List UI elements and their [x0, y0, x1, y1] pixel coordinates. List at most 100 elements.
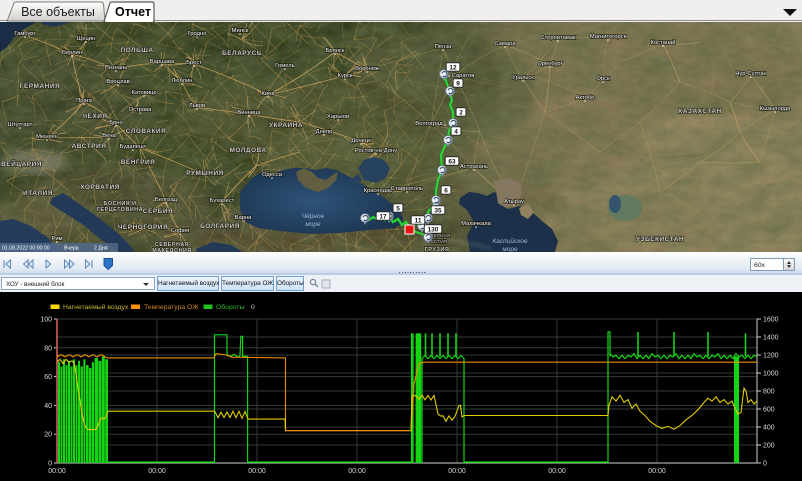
svg-text:Гродно: Гродно [188, 31, 207, 37]
svg-text:Днепр: Днепр [316, 129, 333, 135]
svg-text:Брно: Брно [109, 120, 122, 126]
svg-text:Актобе: Актобе [576, 95, 595, 101]
svg-text:00:00: 00:00 [448, 468, 466, 475]
svg-text:ВЕНГРИЯ: ВЕНГРИЯ [121, 159, 156, 166]
svg-text:Катовице: Катовице [131, 90, 156, 96]
svg-text:Щецин: Щецин [77, 36, 95, 42]
svg-text:Мюнхен: Мюнхен [36, 134, 58, 140]
svg-text:Варшава: Варшава [150, 59, 175, 65]
svg-text:Костанай: Костанай [651, 39, 676, 46]
svg-text:5: 5 [396, 205, 400, 212]
svg-text:1600: 1600 [763, 317, 779, 324]
svg-text:63: 63 [448, 158, 456, 165]
svg-text:Брянск: Брянск [326, 48, 345, 54]
svg-text:Температура ОЖ: Температура ОЖ [144, 304, 199, 311]
svg-text:Нагнетаемый воздух: Нагнетаемый воздух [63, 303, 129, 311]
svg-text:Одесса: Одесса [262, 172, 283, 178]
svg-text:РУМЫНИЯ: РУМЫНИЯ [186, 170, 224, 177]
svg-text:Чёрное: Чёрное [302, 213, 325, 220]
svg-text:Люблин: Люблин [171, 78, 192, 84]
svg-text:00:00: 00:00 [548, 468, 566, 475]
svg-text:БОЛГАРИЯ: БОЛГАРИЯ [200, 223, 240, 230]
svg-text:Краснодар: Краснодар [364, 188, 393, 194]
svg-text:Волгоград: Волгоград [415, 121, 443, 127]
svg-text:Львов: Львов [189, 103, 205, 109]
svg-text:ПОЛЬША: ПОЛЬША [120, 47, 153, 54]
svg-text:Гамбург: Гамбург [14, 31, 35, 37]
svg-text:Брест: Брест [186, 60, 202, 66]
svg-text:1200: 1200 [763, 353, 779, 360]
svg-text:ШВЕЙЦАРИЯ: ШВЕЙЦАРИЯ [0, 159, 42, 168]
svg-text:Будапешт: Будапешт [120, 144, 147, 150]
svg-text:0: 0 [251, 304, 255, 311]
svg-text:Познань: Познань [105, 65, 128, 71]
svg-text:море: море [305, 221, 321, 228]
svg-text:200: 200 [763, 443, 775, 450]
svg-text:Ростов-на-Дону: Ростов-на-Дону [355, 148, 397, 154]
svg-text:МОЛДОВА: МОЛДОВА [229, 147, 266, 154]
svg-text:УКРАИНА: УКРАИНА [269, 122, 303, 129]
svg-text:Воронеж: Воронеж [355, 66, 379, 72]
svg-text:Рим: Рим [51, 236, 62, 242]
svg-text:ГЕРЦЕГОВИНА: ГЕРЦЕГОВИНА [97, 207, 143, 213]
svg-text:Отчет: Отчет [115, 5, 151, 19]
svg-text:Астрахань: Астрахань [460, 164, 488, 170]
svg-text:100: 100 [40, 317, 52, 324]
svg-text:КАЗАХСТАН: КАЗАХСТАН [678, 108, 722, 115]
svg-text:40: 40 [44, 403, 52, 410]
svg-text:Каспийское: Каспийское [492, 237, 527, 245]
svg-text:Самара: Самара [494, 41, 516, 47]
svg-text:Орск: Орск [596, 76, 610, 82]
svg-text:00:00: 00:00 [348, 468, 366, 475]
svg-text:ХОРВАТИЯ: ХОРВАТИЯ [80, 184, 120, 191]
svg-text:9: 9 [456, 80, 460, 87]
svg-text:0: 0 [48, 461, 52, 468]
svg-text:Варна: Варна [235, 215, 253, 221]
svg-text:Все объекты: Все объекты [21, 5, 95, 19]
svg-text:01.08.2022 00:00:00: 01.08.2022 00:00:00 [2, 246, 50, 252]
svg-text:20: 20 [44, 432, 52, 439]
svg-text:Кызылорда: Кызылорда [760, 106, 792, 112]
svg-text:ИТАЛИЯ: ИТАЛИЯ [23, 190, 53, 197]
svg-text:2: 2 [459, 109, 463, 116]
svg-text:1400: 1400 [763, 335, 779, 342]
svg-text:Острава: Острава [129, 107, 153, 113]
svg-text:Вроцлав: Вроцлав [106, 79, 129, 85]
svg-text:Обороты: Обороты [216, 303, 244, 311]
svg-text:Бухарест: Бухарест [210, 198, 235, 204]
svg-text:ЧЕХИЯ: ЧЕХИЯ [82, 113, 107, 120]
svg-text:СЕРБИЯ: СЕРБИЯ [143, 208, 173, 215]
svg-text:Ставрополь: Ставрополь [391, 186, 423, 192]
svg-text:800: 800 [763, 389, 775, 396]
svg-text:17: 17 [379, 213, 387, 220]
svg-text:Штутгарт: Штутгарт [8, 122, 33, 128]
svg-text:Белград: Белград [155, 197, 178, 203]
svg-text:0: 0 [763, 461, 767, 468]
svg-text:600: 600 [763, 407, 775, 414]
svg-text:Магнитогорск: Магнитогорск [590, 34, 627, 40]
svg-text:Оренбург: Оренбург [537, 61, 563, 67]
svg-text:СЛОВАКИЯ: СЛОВАКИЯ [126, 128, 167, 135]
svg-text:00:00: 00:00 [248, 468, 266, 475]
svg-text:00:00: 00:00 [148, 468, 166, 475]
svg-text:400: 400 [763, 425, 775, 432]
svg-text:Харьков: Харьков [327, 114, 349, 120]
svg-text:Атырау: Атырау [504, 199, 524, 205]
svg-text:4: 4 [454, 128, 458, 135]
svg-text:ГЕРМАНИЯ: ГЕРМАНИЯ [20, 83, 60, 90]
svg-text:Саратов: Саратов [452, 73, 475, 79]
svg-text:60: 60 [44, 374, 52, 381]
svg-text:130: 130 [428, 226, 439, 233]
svg-text:Пенза: Пенза [435, 44, 452, 50]
svg-text:Прага: Прага [76, 98, 93, 104]
svg-text:1000: 1000 [763, 371, 779, 378]
svg-text:УЗБЕКИСТАН: УЗБЕКИСТАН [636, 236, 684, 243]
svg-text:2 Дня: 2 Дня [94, 246, 108, 252]
svg-text:Гомель: Гомель [275, 63, 294, 69]
svg-text:Уральск: Уральск [512, 75, 534, 81]
svg-text:00:00: 00:00 [648, 468, 666, 475]
svg-text:ЧЕРНОГОРИЯ: ЧЕРНОГОРИЯ [118, 224, 168, 231]
svg-text:Минск: Минск [232, 28, 249, 34]
svg-text:БЕЛАРУСЬ: БЕЛАРУСЬ [222, 50, 262, 57]
svg-text:Винница: Винница [237, 110, 261, 116]
